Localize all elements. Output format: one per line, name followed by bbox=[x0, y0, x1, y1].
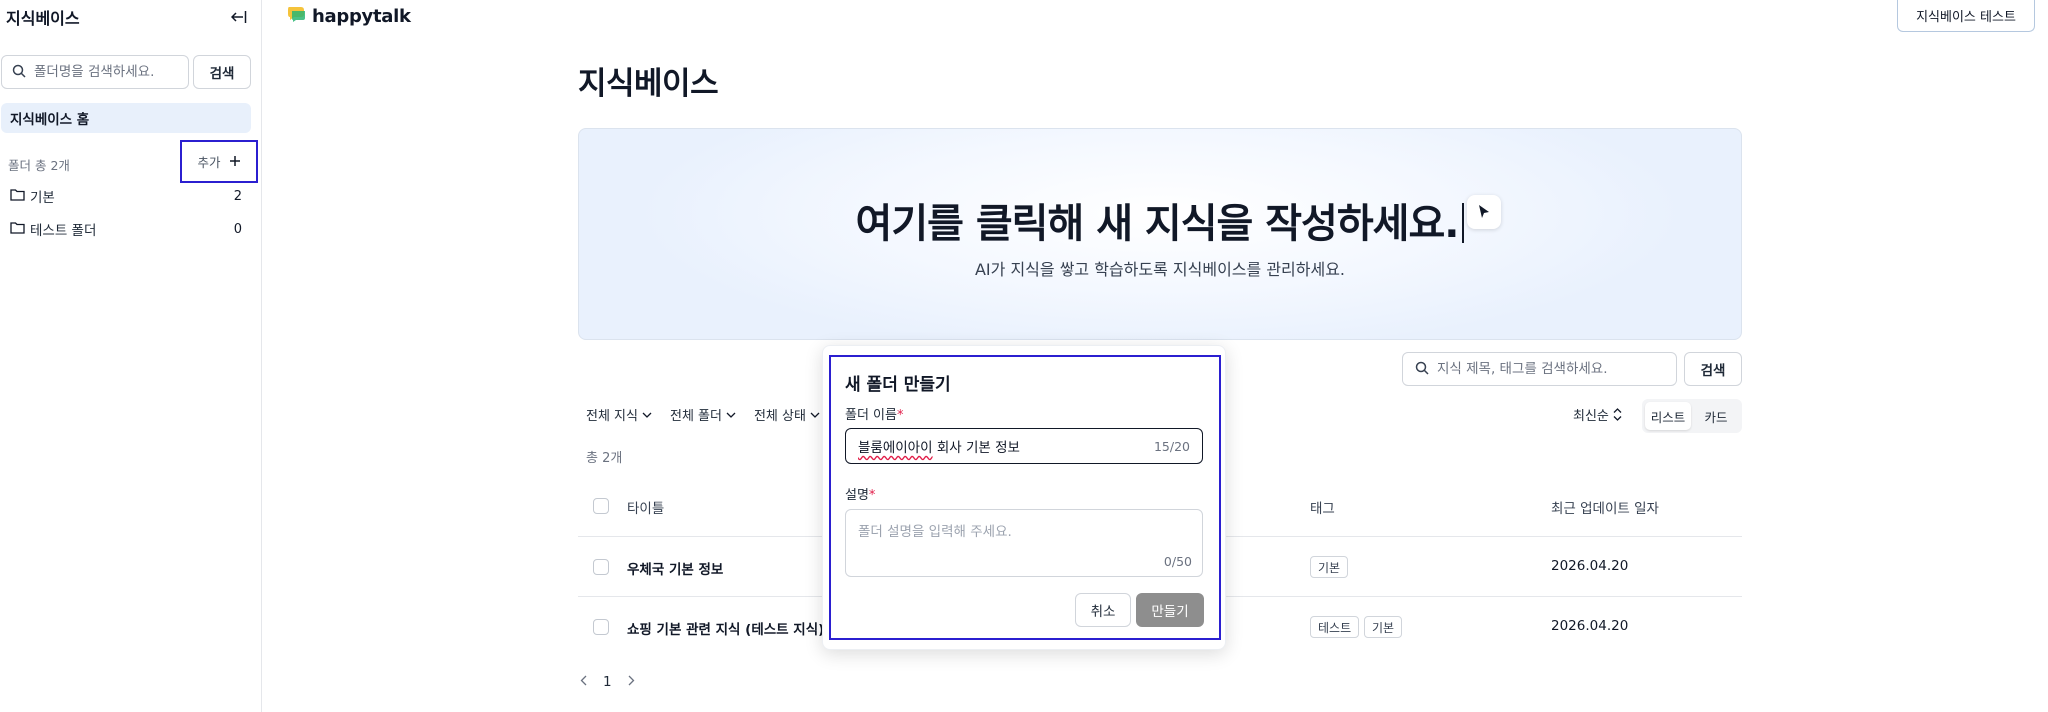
prev-page-icon[interactable] bbox=[580, 674, 587, 690]
folder-search-box bbox=[1, 55, 189, 89]
sidebar-folder-item[interactable]: 테스트 폴더 0 bbox=[10, 218, 242, 240]
filter-bar: 전체 지식 전체 폴더 전체 상태 bbox=[586, 405, 820, 424]
description-placeholder: 폴더 설명을 입력해 주세요. bbox=[858, 524, 1012, 540]
knowledge-search-input[interactable] bbox=[1437, 361, 1667, 377]
folder-name-value: 블룸에이아이 회사 기본 정보 bbox=[858, 436, 1154, 456]
page-number[interactable]: 1 bbox=[603, 674, 612, 690]
banner-subtitle: AI가 지식을 쌓고 학습하도록 지식베이스를 관리하세요. bbox=[974, 260, 1346, 279]
description-textarea[interactable]: 폴더 설명을 입력해 주세요. 0/50 bbox=[845, 509, 1203, 577]
knowledge-search-button[interactable]: 검색 bbox=[1684, 352, 1742, 386]
add-folder-button[interactable]: 추가 bbox=[180, 140, 258, 183]
cancel-button[interactable]: 취소 bbox=[1075, 593, 1131, 627]
collapse-sidebar-icon[interactable] bbox=[228, 6, 250, 28]
folder-name: 테스트 폴더 bbox=[30, 223, 97, 239]
sidebar: 지식베이스 검색 지식베이스 홈 폴더 총 2개 추가 기본 2 테스트 폴더 … bbox=[0, 0, 262, 712]
row-tag: 기본 bbox=[1364, 616, 1403, 638]
sort-updown-icon bbox=[1613, 408, 1622, 421]
folder-name-value-rest: 회사 기본 정보 bbox=[932, 440, 1020, 456]
banner-headline-text: 여기를 클릭해 새 지식을 작성하세요. bbox=[855, 201, 1460, 247]
new-folder-popover: 새 폴더 만들기 폴더 이름* 블룸에이아이 회사 기본 정보 15/20 설명… bbox=[822, 345, 1226, 650]
next-page-icon[interactable] bbox=[628, 674, 635, 690]
happytalk-logo[interactable]: happytalk bbox=[286, 4, 411, 28]
chevron-down-icon bbox=[810, 412, 820, 418]
column-header-updated: 최근 업데이트 일자 bbox=[1551, 501, 1659, 517]
chevron-down-icon bbox=[642, 412, 652, 418]
column-header-tags: 태그 bbox=[1310, 501, 1335, 517]
search-icon bbox=[1415, 360, 1429, 379]
plus-icon bbox=[229, 152, 241, 171]
folder-icon bbox=[10, 221, 25, 238]
required-mark: * bbox=[868, 488, 876, 503]
description-label: 설명* bbox=[845, 484, 875, 503]
folder-item-count: 0 bbox=[233, 221, 242, 237]
banner-headline: 여기를 클릭해 새 지식을 작성하세요. bbox=[579, 191, 1741, 249]
filter-label: 전체 상태 bbox=[753, 409, 806, 424]
folder-name: 기본 bbox=[30, 190, 55, 206]
view-list-option[interactable]: 리스트 bbox=[1645, 402, 1691, 430]
filter-status-dropdown[interactable]: 전체 상태 bbox=[754, 405, 820, 424]
create-button[interactable]: 만들기 bbox=[1136, 593, 1204, 627]
folder-name-counter: 15/20 bbox=[1153, 438, 1190, 454]
row-title[interactable]: 쇼핑 기본 관련 지식 (테스트 지식) bbox=[627, 618, 824, 638]
row-date: 2026.04.20 bbox=[1551, 618, 1629, 634]
row-checkbox[interactable] bbox=[593, 619, 609, 635]
sort-dropdown[interactable]: 최신순 bbox=[1573, 405, 1622, 424]
filter-label: 전체 지식 bbox=[586, 409, 638, 424]
page-title: 지식베이스 bbox=[578, 66, 719, 102]
required-mark: * bbox=[896, 408, 904, 423]
row-checkbox[interactable] bbox=[593, 559, 609, 575]
folder-search-input[interactable] bbox=[34, 64, 184, 80]
row-title[interactable]: 우체국 기본 정보 bbox=[627, 558, 723, 578]
filter-knowledge-dropdown[interactable]: 전체 지식 bbox=[586, 405, 652, 424]
view-toggle: 리스트 카드 bbox=[1642, 399, 1742, 433]
folder-name-label-text: 폴더 이름 bbox=[845, 408, 897, 423]
row-tag: 테스트 bbox=[1310, 616, 1360, 638]
description-label-text: 설명 bbox=[845, 488, 869, 503]
sidebar-title: 지식베이스 bbox=[6, 9, 80, 28]
knowledge-search-box bbox=[1402, 352, 1677, 386]
sidebar-header: 지식베이스 bbox=[6, 4, 250, 30]
sidebar-folder-item[interactable]: 기본 2 bbox=[10, 185, 242, 207]
filter-folder-dropdown[interactable]: 전체 폴더 bbox=[670, 405, 736, 424]
row-tag: 기본 bbox=[1310, 556, 1349, 578]
folder-icon bbox=[10, 188, 25, 205]
sort-label: 최신순 bbox=[1573, 409, 1609, 424]
chat-bubble-logo-icon bbox=[286, 5, 306, 27]
folder-name-label: 폴더 이름* bbox=[845, 404, 903, 423]
chevron-down-icon bbox=[726, 412, 736, 418]
folder-item-count: 2 bbox=[233, 188, 242, 204]
select-all-checkbox[interactable] bbox=[593, 498, 609, 514]
filter-label: 전체 폴더 bbox=[669, 409, 722, 424]
search-icon bbox=[12, 63, 26, 82]
cursor-pointer-icon bbox=[1467, 195, 1501, 229]
folder-count: 폴더 총 2개 bbox=[8, 158, 70, 173]
sidebar-item-knowledge-home[interactable]: 지식베이스 홈 bbox=[1, 103, 251, 133]
total-count: 총 2개 bbox=[586, 451, 623, 466]
row-date: 2026.04.20 bbox=[1551, 558, 1629, 574]
new-knowledge-banner[interactable]: 여기를 클릭해 새 지식을 작성하세요. AI가 지식을 쌓고 학습하도록 지식… bbox=[578, 128, 1742, 340]
folder-search-button[interactable]: 검색 bbox=[193, 55, 251, 89]
logo-text: happytalk bbox=[312, 5, 411, 27]
popover-title: 새 폴더 만들기 bbox=[845, 375, 951, 395]
pagination: 1 bbox=[580, 674, 635, 690]
column-header-title: 타이틀 bbox=[627, 501, 665, 517]
folder-name-input[interactable]: 블룸에이아이 회사 기본 정보 15/20 bbox=[845, 428, 1203, 464]
knowledge-test-button[interactable]: 지식베이스 테스트 bbox=[1897, 0, 2035, 32]
add-folder-label: 추가 bbox=[197, 155, 221, 170]
description-counter: 0/50 bbox=[1163, 554, 1192, 569]
text-caret bbox=[1462, 203, 1465, 243]
misspelled-word: 블룸에이아이 bbox=[858, 440, 933, 456]
view-card-option[interactable]: 카드 bbox=[1693, 402, 1739, 430]
